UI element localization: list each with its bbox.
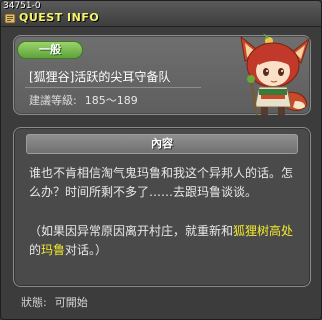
header-divider: [25, 87, 201, 88]
status-label: 狀態:: [21, 296, 47, 309]
status-value: 可開始: [54, 296, 88, 309]
quest-status: 狀態: 可開始: [21, 294, 88, 310]
category-badge: 一般: [17, 41, 83, 59]
note-prefix: （如果因异常原因离开村庄，就重新和: [29, 224, 234, 238]
note-mid: 的: [29, 243, 42, 257]
location-link[interactable]: 狐狸树高处: [233, 224, 293, 238]
quest-book-icon: [4, 13, 16, 24]
window-title: QUEST INFO: [19, 11, 100, 24]
quest-name: [狐狸谷]活跃的尖耳守备队: [29, 70, 171, 84]
level-label: 建議等級:: [29, 94, 77, 107]
npc-fox-girl-portrait: [240, 33, 310, 116]
recommended-level: 建議等級: 185～189: [29, 92, 138, 108]
note-suffix: 对话。）: [65, 243, 108, 257]
quest-description: 谁也不肯相信淘气鬼玛鲁和我这个异邦人的话。怎么办？时间所剩不多了……去跟玛鲁谈谈…: [29, 166, 294, 199]
npc-link[interactable]: 玛鲁: [41, 243, 65, 257]
level-value: 185～189: [84, 94, 138, 107]
quest-id: 34751-0: [3, 1, 41, 11]
content-section-title: 內容: [26, 134, 298, 154]
quest-info-window: 34751-0 QUEST INFO 一般 [狐狸谷]活跃的尖耳守备队 建議等級…: [0, 0, 322, 320]
title-bar[interactable]: 34751-0 QUEST INFO: [1, 1, 321, 27]
quest-note: （如果因异常原因离开村庄，就重新和狐狸树高处的玛鲁对话。）: [29, 222, 299, 260]
